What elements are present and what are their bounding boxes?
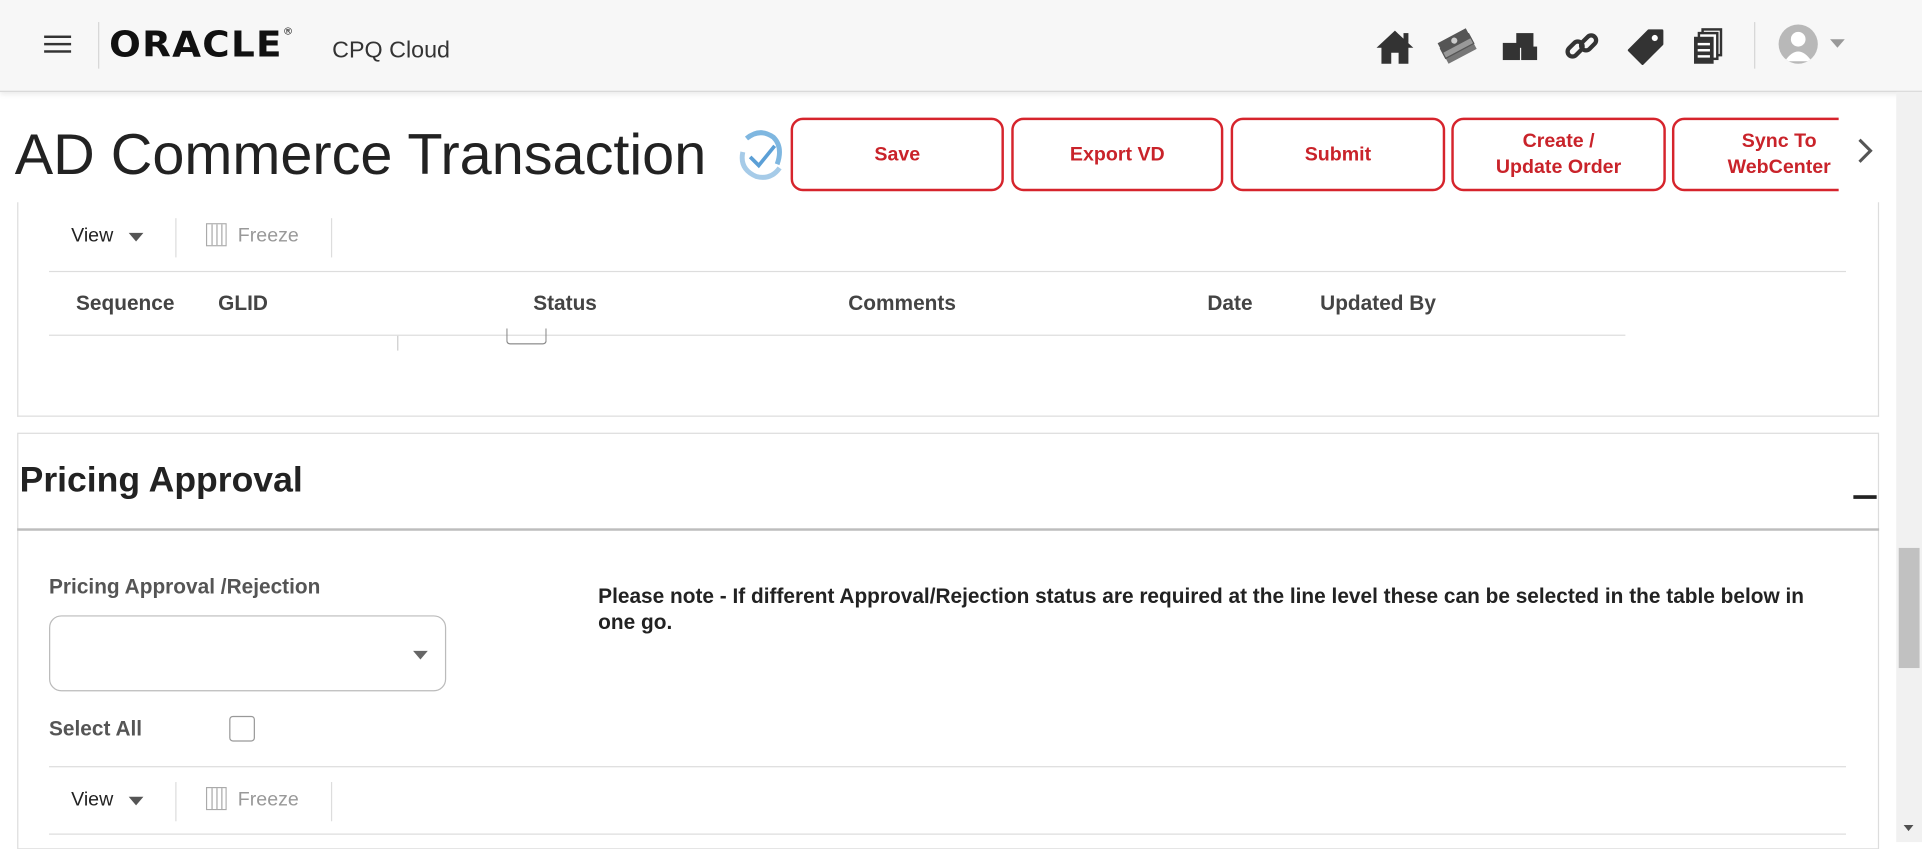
toolbar-divider — [175, 218, 177, 258]
table-toolbar: View Freeze — [49, 203, 1847, 273]
view-menu-button[interactable]: View — [71, 226, 113, 248]
freeze-button[interactable]: Freeze — [238, 226, 299, 248]
view-chevron-down-icon[interactable] — [128, 232, 144, 242]
save-button[interactable]: Save — [790, 117, 1004, 192]
toolbar-divider — [330, 218, 333, 258]
table-toolbar: View Freeze — [49, 766, 1847, 835]
sync-to-webcenter-button[interactable]: Sync To WebCenter — [1671, 117, 1839, 192]
pricing-approval-select[interactable] — [49, 615, 447, 692]
top-header-bar: ORACLE® CPQ Cloud — [0, 0, 1922, 92]
column-header-comments[interactable]: Comments — [848, 292, 956, 317]
user-menu-chevron-down-icon[interactable] — [1830, 39, 1845, 48]
view-chevron-down-icon[interactable] — [128, 796, 144, 806]
column-header-updated-by[interactable]: Updated By — [1320, 292, 1436, 317]
chevron-down-icon — [413, 650, 428, 660]
toolbar-divider — [330, 782, 333, 822]
link-icon[interactable] — [1558, 22, 1607, 71]
create-update-order-button[interactable]: Create / Update Order — [1451, 117, 1666, 192]
header-icon-group — [1370, 22, 1732, 71]
column-header-status[interactable]: Status — [533, 292, 597, 317]
header-divider — [98, 22, 100, 69]
tag-icon[interactable] — [1620, 22, 1669, 71]
select-all-checkbox[interactable] — [229, 715, 255, 742]
table-header-row: Sequence GLID Status Comments Date Updat… — [49, 273, 1626, 336]
section-title: Pricing Approval — [19, 460, 303, 501]
money-icon[interactable] — [1433, 22, 1482, 71]
column-divider — [397, 335, 399, 351]
hamburger-menu-icon[interactable] — [44, 35, 72, 56]
product-name: CPQ Cloud — [332, 37, 450, 64]
scrollbar-thumb[interactable] — [1898, 547, 1920, 669]
boxes-icon[interactable] — [1495, 22, 1544, 71]
column-header-date[interactable]: Date — [1207, 292, 1252, 317]
select-all-label: Select All — [49, 717, 143, 741]
approval-note-text: Please note - If different Approval/Reje… — [598, 584, 1805, 634]
toolbar-divider — [175, 782, 177, 822]
export-vd-button[interactable]: Export VD — [1011, 117, 1224, 192]
submit-button[interactable]: Submit — [1230, 117, 1446, 192]
user-avatar-icon[interactable] — [1778, 24, 1818, 64]
documents-icon[interactable] — [1683, 22, 1732, 71]
column-header-sequence[interactable]: Sequence — [76, 292, 174, 317]
freeze-columns-icon — [205, 786, 227, 811]
vertical-scrollbar[interactable] — [1896, 91, 1922, 843]
row-checkbox[interactable] — [506, 328, 547, 345]
collapse-section-icon[interactable] — [1853, 495, 1877, 499]
scroll-down-arrow-icon[interactable] — [1903, 824, 1914, 832]
view-menu-button[interactable]: View — [71, 789, 113, 811]
column-header-glid[interactable]: GLID — [218, 292, 268, 317]
action-button-bar: Save Export VD Submit Create / Update Or… — [789, 116, 1839, 192]
freeze-button[interactable]: Freeze — [238, 789, 299, 811]
header-divider — [1754, 22, 1756, 69]
refresh-check-icon — [737, 127, 786, 181]
section-divider — [17, 528, 1880, 531]
page-title: AD Commerce Transaction — [14, 121, 707, 187]
oracle-logo: ORACLE® — [109, 23, 295, 65]
home-icon[interactable] — [1370, 22, 1419, 71]
chevron-right-icon[interactable] — [1853, 135, 1878, 167]
pricing-approval-label: Pricing Approval /Rejection — [49, 574, 321, 599]
freeze-columns-icon — [205, 223, 227, 247]
